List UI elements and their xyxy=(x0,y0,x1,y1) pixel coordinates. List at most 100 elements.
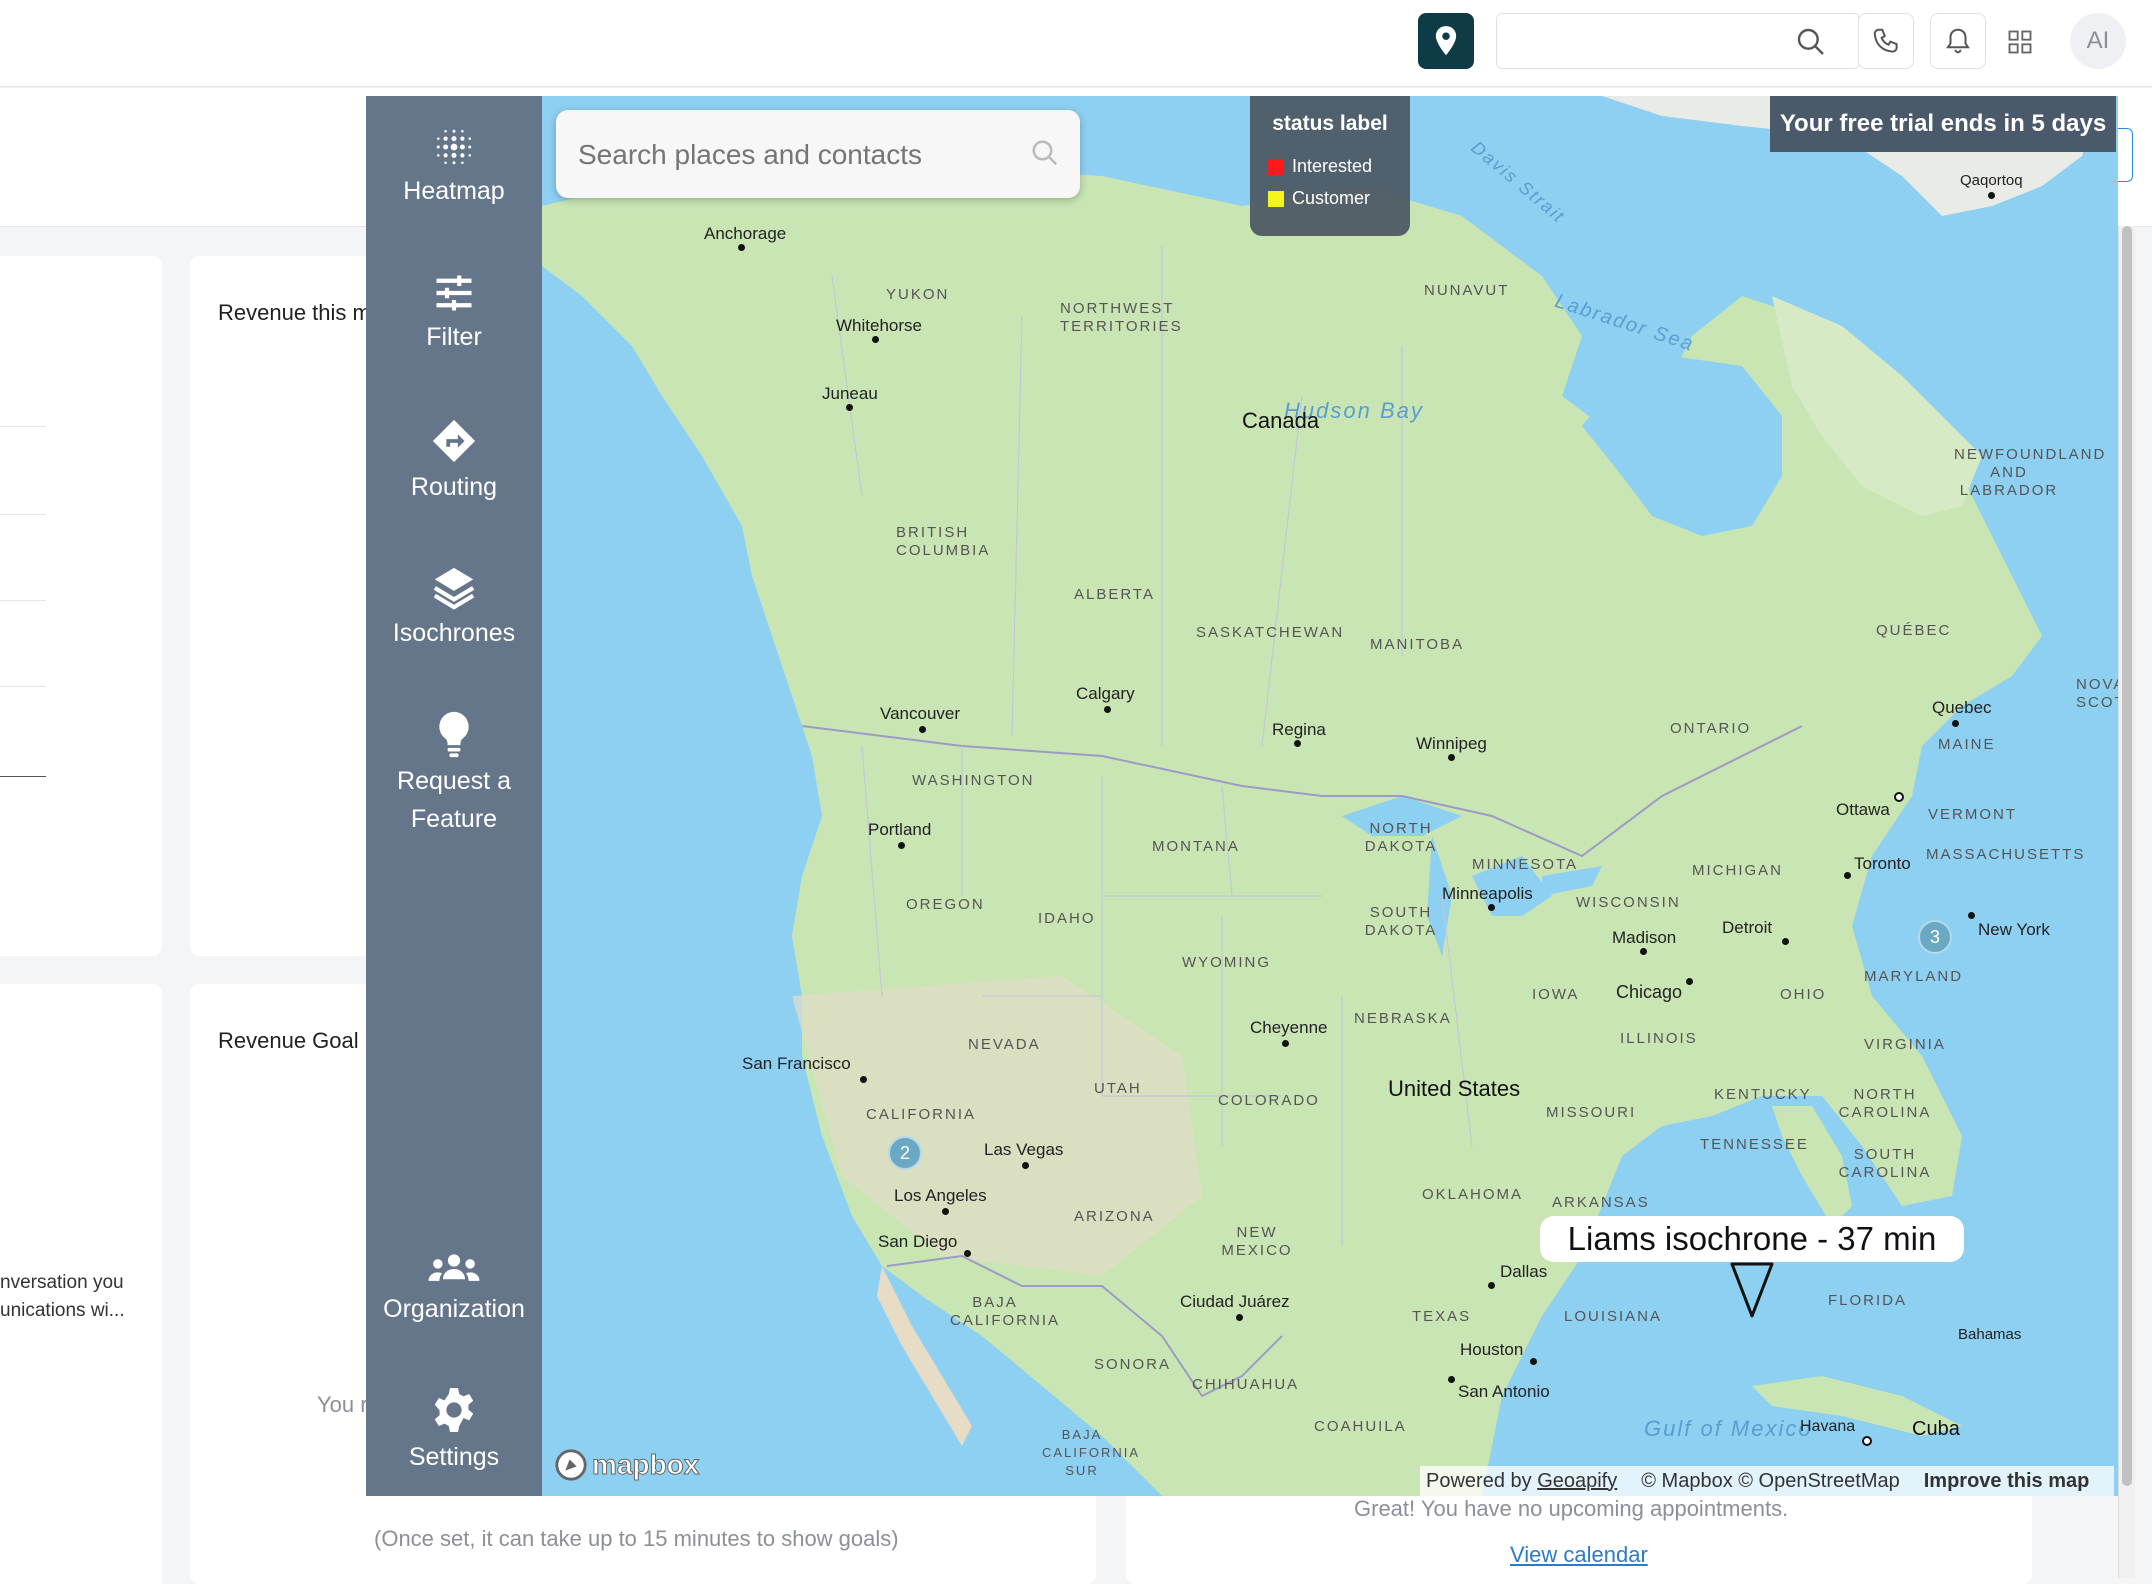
sidebar-item-settings[interactable]: Settings xyxy=(366,1386,542,1476)
layers-icon xyxy=(433,567,475,610)
page-scrollbar[interactable] xyxy=(2118,226,2135,1578)
sidebar-item-isochrones[interactable]: Isochrones xyxy=(366,564,542,652)
sidebar-item-label: Heatmap xyxy=(403,177,505,205)
city-label: Madison xyxy=(1612,928,1677,947)
map-search-box[interactable] xyxy=(556,110,1080,200)
isochrone-marker-icon[interactable] xyxy=(1728,1260,1776,1320)
region-label: NOVA SCOTIA xyxy=(2076,676,2118,711)
region-label: YUKON xyxy=(886,286,950,303)
sidebar-item-label: Filter xyxy=(426,323,482,351)
region-label: UTAH xyxy=(1094,1080,1142,1097)
city-label: Vancouver xyxy=(880,704,961,723)
region-label: ONTARIO xyxy=(1670,720,1752,737)
scrollbar-thumb[interactable] xyxy=(2122,226,2132,1486)
sidebar-item-label: Request a Feature xyxy=(397,767,511,833)
city-label: Ottawa xyxy=(1836,800,1890,819)
goal-text: You r xyxy=(317,1392,368,1417)
region-label: OREGON xyxy=(906,896,985,913)
sidebar-item-filter[interactable]: Filter xyxy=(366,272,542,356)
geoapify-link[interactable]: Geoapify xyxy=(1537,1470,1617,1492)
city-label: Bahamas xyxy=(1958,1326,2022,1343)
region-label: WASHINGTON xyxy=(912,772,1035,789)
region-label: NEBRASKA xyxy=(1354,1010,1452,1027)
top-search-box[interactable] xyxy=(1496,13,1860,69)
region-label: SOUTH DAKOTA xyxy=(1364,904,1438,939)
goal-note: (Once set, it can take up to 15 minutes … xyxy=(374,1526,899,1551)
map-canvas[interactable]: Hudson Bay Labrador Sea Davis Strait Gul… xyxy=(542,96,2118,1496)
city-label: San Antonio xyxy=(1458,1382,1550,1401)
bell-icon xyxy=(1946,28,1970,54)
improve-map-link[interactable]: Improve this map xyxy=(1924,1470,2090,1493)
region-label: MASSACHUSETTS xyxy=(1926,846,2086,863)
water-label: Gulf of Mexico xyxy=(1644,1416,1813,1441)
sliders-icon xyxy=(436,275,472,311)
region-label: SOUTH CAROLINA xyxy=(1838,1146,1932,1181)
top-search-input[interactable] xyxy=(1509,14,1803,66)
region-label: BAJA CALIFORNIA SUR xyxy=(1042,1427,1141,1478)
legend-swatch xyxy=(1268,158,1284,175)
city-label: Qaqortoq xyxy=(1960,172,2023,189)
mapbox-logo[interactable]: mapbox xyxy=(554,1448,700,1482)
sidebar-item-label: Organization xyxy=(383,1295,525,1323)
lightbulb-icon xyxy=(439,711,469,758)
region-label: NEVADA xyxy=(968,1036,1041,1053)
country-label: Cuba xyxy=(1912,1418,1960,1440)
sidebar-item-heatmap[interactable]: Heatmap xyxy=(366,126,542,210)
attribution-copyright[interactable]: © Mapbox © OpenStreetMap xyxy=(1641,1470,1900,1493)
apps-button[interactable] xyxy=(2000,22,2040,62)
city-label: Anchorage xyxy=(704,224,787,243)
city-label: Winnipeg xyxy=(1416,734,1487,753)
header-button-edge[interactable] xyxy=(2116,128,2133,182)
sidebar-item-label: Isochrones xyxy=(392,619,516,647)
cluster-marker[interactable]: 3 xyxy=(1918,920,1952,954)
city-label: Minneapolis xyxy=(1442,884,1533,903)
map-button[interactable] xyxy=(1418,13,1474,69)
city-label: Cheyenne xyxy=(1250,1018,1328,1037)
dashboard-card-left-top xyxy=(0,256,162,956)
legend-entry: Customer xyxy=(1268,188,1370,209)
search-icon[interactable] xyxy=(1795,26,1827,58)
city-label: Regina xyxy=(1272,720,1326,739)
user-avatar[interactable]: AI xyxy=(2070,13,2126,69)
region-label: NORTHWEST TERRITORIES xyxy=(1060,300,1183,335)
sidebar-item-organization[interactable]: Organization xyxy=(366,1252,542,1328)
city-label: Dallas xyxy=(1500,1262,1548,1281)
conversation-text: nversation you xyxy=(0,1272,124,1293)
region-label: OHIO xyxy=(1780,986,1827,1003)
country-label: United States xyxy=(1388,1076,1521,1101)
region-label: ALBERTA xyxy=(1074,586,1155,603)
conversations-card: nversation you unications wi... xyxy=(0,984,162,1584)
city-label: Whitehorse xyxy=(836,316,922,335)
map-search-input[interactable] xyxy=(576,110,1020,200)
city-label: Houston xyxy=(1460,1340,1524,1359)
legend-label: Customer xyxy=(1292,188,1371,208)
city-label: San Francisco xyxy=(742,1054,851,1073)
city-label: Juneau xyxy=(822,384,878,403)
legend-label: Interested xyxy=(1292,156,1373,176)
region-label: SONORA xyxy=(1094,1356,1172,1373)
attribution-text: Powered by Geoapify xyxy=(1426,1469,1618,1492)
region-label: FLORIDA xyxy=(1828,1292,1908,1309)
phone-button[interactable] xyxy=(1858,13,1914,69)
region-label: ARIZONA xyxy=(1074,1208,1155,1225)
region-label: LOUISIANA xyxy=(1564,1308,1663,1325)
sidebar-item-request-feature[interactable]: Request a Feature xyxy=(366,710,542,838)
region-label: IOWA xyxy=(1532,986,1580,1003)
mapbox-icon xyxy=(555,1449,587,1481)
view-calendar-link[interactable]: View calendar xyxy=(1510,1542,1648,1568)
sidebar-item-label: Routing xyxy=(410,473,498,501)
region-label: MONTANA xyxy=(1152,838,1240,855)
region-label: NEW MEXICO xyxy=(1221,1224,1293,1259)
people-icon xyxy=(428,1254,480,1281)
city-label: San Diego xyxy=(878,1232,958,1251)
country-label: Canada xyxy=(1242,408,1320,433)
notifications-button[interactable] xyxy=(1930,13,1986,69)
region-label: KENTUCKY xyxy=(1714,1086,1812,1103)
apps-grid-icon xyxy=(2008,30,2032,54)
heatmap-icon xyxy=(436,129,472,165)
search-icon[interactable] xyxy=(1030,138,1060,168)
sidebar-item-routing[interactable]: Routing xyxy=(366,418,542,506)
isochrone-label[interactable]: Liams isochrone - 37 min xyxy=(1540,1216,1964,1262)
region-label: BRITISH COLUMBIA xyxy=(896,524,991,559)
cluster-marker[interactable]: 2 xyxy=(888,1136,922,1170)
